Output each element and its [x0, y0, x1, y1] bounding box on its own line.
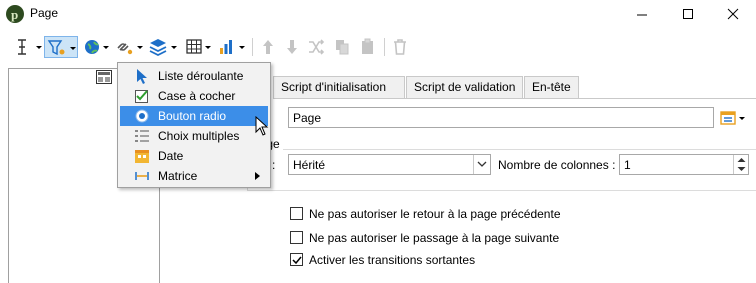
label-options-button[interactable]: [720, 109, 750, 127]
tab-script-validation[interactable]: Script de validation: [406, 76, 523, 99]
checkbox[interactable]: [290, 231, 303, 244]
toolbar: [0, 34, 756, 60]
checkbox-icon: [134, 88, 150, 104]
menu-item-label: Case à cocher: [158, 89, 236, 103]
table-icon[interactable]: [184, 36, 214, 58]
stepper-arrows[interactable]: [733, 155, 748, 174]
checkbox-checked[interactable]: [290, 253, 303, 266]
option-no-next-label: Ne pas autoriser le passage à la page su…: [309, 231, 560, 245]
bar-chart-icon[interactable]: [216, 36, 248, 58]
link-icon[interactable]: [114, 36, 146, 58]
submenu-arrow-icon: [255, 172, 260, 180]
checkbox[interactable]: [290, 207, 303, 220]
toolbar-separator: [252, 38, 253, 56]
insert-control-menu: Liste déroulante Case à cocher Bouton ra…: [117, 62, 271, 188]
arrow-up-icon[interactable]: [258, 36, 278, 58]
option-exit-transitions[interactable]: Activer les transitions sortantes: [290, 252, 590, 268]
tab-header[interactable]: En-tête: [524, 76, 579, 99]
menu-item-dropdown-list[interactable]: Liste déroulante: [120, 66, 268, 86]
layers-icon[interactable]: [148, 36, 180, 58]
maximize-button[interactable]: [665, 0, 711, 28]
text-cursor-icon[interactable]: [14, 36, 44, 58]
svg-text:p: p: [11, 7, 18, 22]
inherited-select[interactable]: Hérité: [288, 154, 491, 175]
delete-icon[interactable]: [390, 36, 410, 58]
window-title: Page: [30, 6, 59, 20]
filter-icon[interactable]: [44, 36, 78, 58]
clipboard-icon[interactable]: [358, 36, 378, 58]
shuffle-icon[interactable]: [306, 36, 326, 58]
label-input[interactable]: Page: [288, 107, 714, 128]
label-input-value: Page: [293, 111, 322, 125]
menu-item-label: Date: [158, 149, 184, 163]
option-exit-transitions-label: Activer les transitions sortantes: [309, 253, 476, 267]
menu-item-label: Choix multiples: [158, 129, 240, 143]
close-button[interactable]: [710, 0, 756, 28]
arrow-down-icon[interactable]: [282, 36, 302, 58]
option-no-back-label: Ne pas autoriser le retour à la page pré…: [309, 207, 561, 221]
menu-item-label: Matrice: [158, 169, 198, 183]
minimize-button[interactable]: [619, 0, 665, 28]
page-node-icon[interactable]: [96, 70, 112, 84]
menu-item-multiple-choice[interactable]: Choix multiples: [120, 126, 268, 146]
menu-item-checkbox[interactable]: Case à cocher: [120, 86, 268, 106]
menu-item-label: Bouton radio: [158, 109, 227, 123]
copy-icon[interactable]: [332, 36, 352, 58]
option-no-back[interactable]: Ne pas autoriser le retour à la page pré…: [290, 206, 590, 222]
menu-item-radio-button[interactable]: Bouton radio: [120, 106, 268, 126]
columns-label: Nombre de colonnes :: [498, 158, 616, 172]
globe-icon[interactable]: [82, 36, 112, 58]
menu-item-label: Liste déroulante: [158, 69, 244, 83]
inherited-select-value: Hérité: [293, 158, 326, 172]
menu-item-date[interactable]: Date: [120, 146, 268, 166]
mouse-cursor-icon: [255, 116, 269, 136]
columns-stepper[interactable]: 1: [619, 154, 749, 175]
list-icon: [134, 128, 150, 144]
columns-stepper-value: 1: [624, 158, 631, 172]
radio-icon: [134, 108, 150, 124]
tab-script-initialisation[interactable]: Script d'initialisation: [273, 76, 405, 99]
title-bar: p Page: [0, 0, 756, 28]
matrix-icon: [134, 168, 150, 184]
option-no-next[interactable]: Ne pas autoriser le passage à la page su…: [290, 230, 590, 246]
menu-item-matrix[interactable]: Matrice: [120, 166, 268, 186]
calendar-icon: [134, 148, 150, 164]
app-logo-icon: p: [6, 5, 24, 23]
tab-content-border: [273, 98, 756, 99]
toolbar-separator: [384, 38, 385, 56]
pointer-icon: [134, 68, 150, 84]
chevron-down-icon[interactable]: [473, 155, 490, 174]
